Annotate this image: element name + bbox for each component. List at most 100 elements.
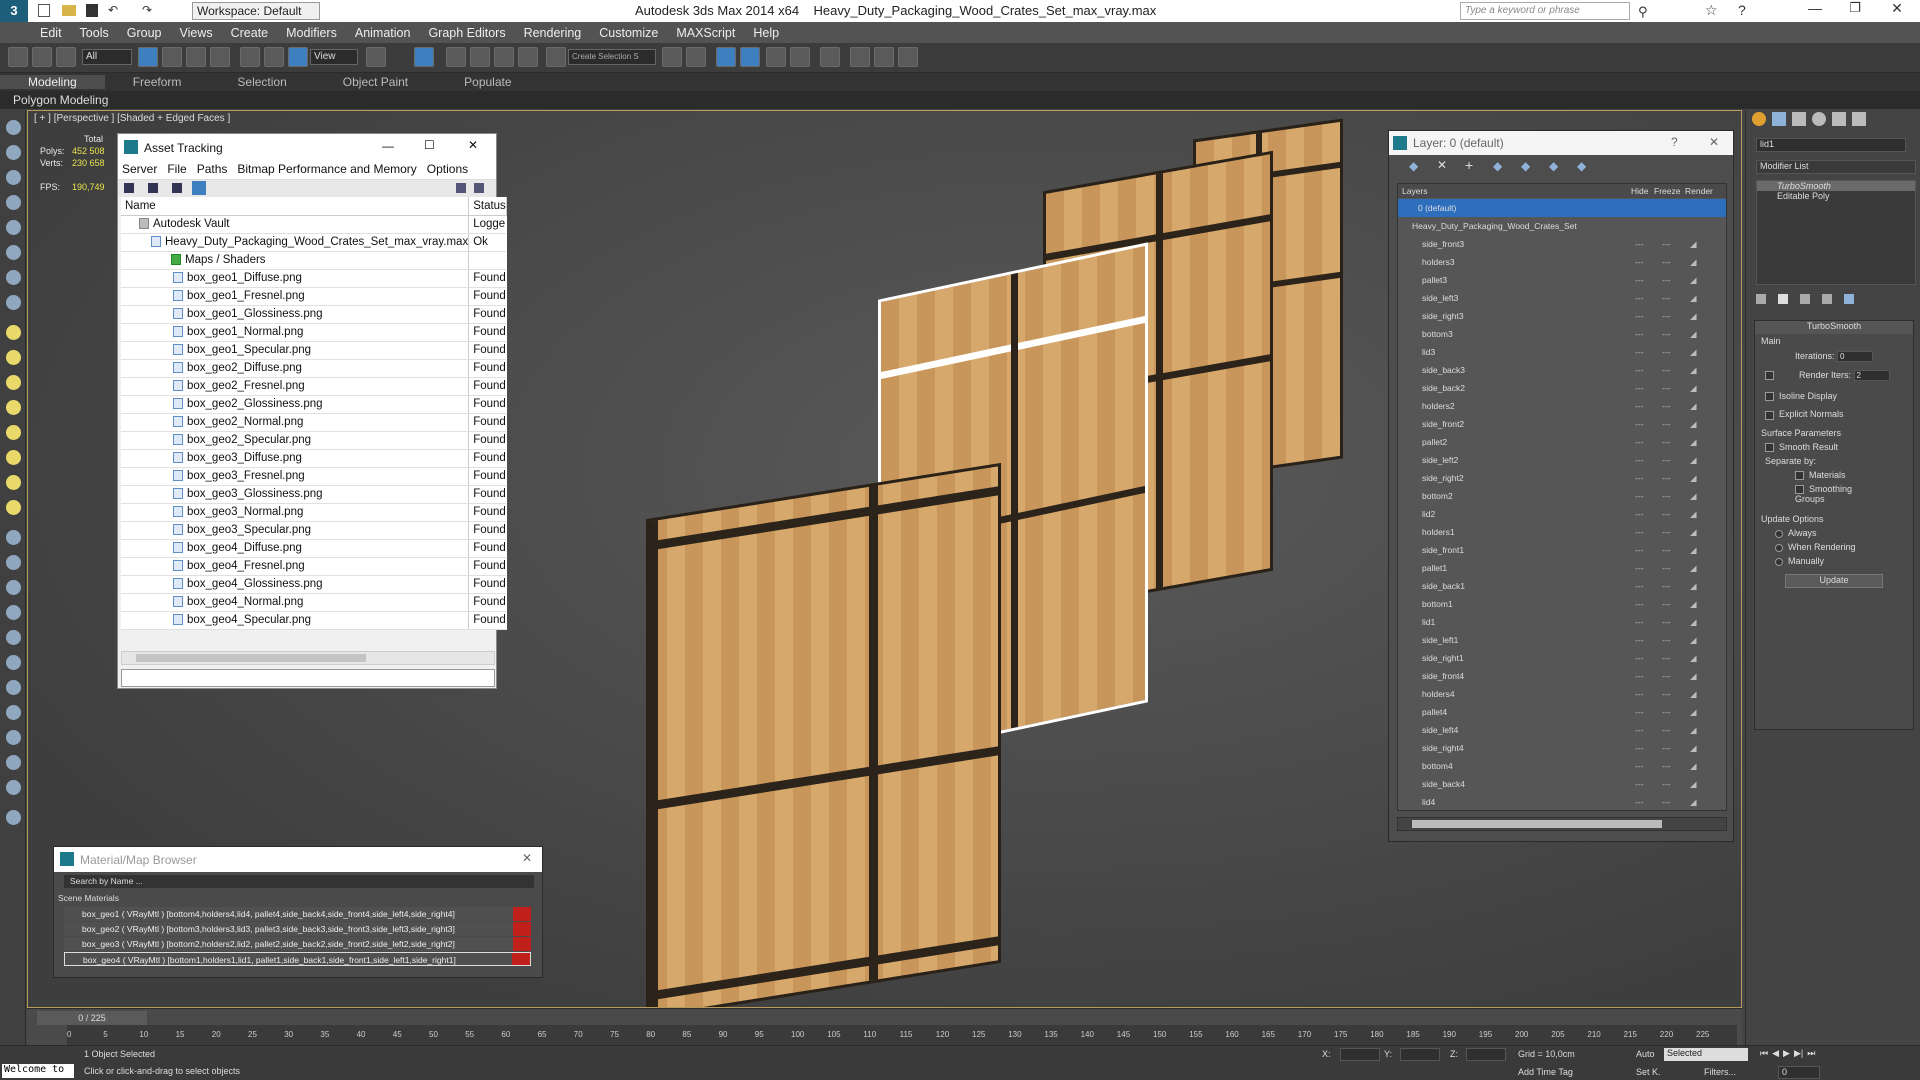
table-row[interactable]: box_geo1_Normal.png Found xyxy=(121,323,507,342)
curve-editor-icon[interactable] xyxy=(766,47,786,67)
configure-sets-icon[interactable] xyxy=(1844,294,1854,304)
minimize-button[interactable]: — xyxy=(382,139,394,153)
layer-row[interactable]: side_left3 --- --- ◢ xyxy=(1398,289,1726,307)
layer-row[interactable]: side_front3 --- --- ◢ xyxy=(1398,235,1726,253)
go-to-end-icon[interactable]: ⏭ xyxy=(1807,1048,1815,1062)
layer-row[interactable]: side_front4 --- --- ◢ xyxy=(1398,667,1726,685)
current-frame-field[interactable]: 0 xyxy=(1778,1066,1820,1079)
layer-row[interactable]: side_back3 --- --- ◢ xyxy=(1398,361,1726,379)
show-end-result-icon[interactable] xyxy=(1778,294,1788,304)
layer-row[interactable]: side_right2 --- --- ◢ xyxy=(1398,469,1726,487)
select-object-icon[interactable] xyxy=(138,47,158,67)
rendered-frame-icon[interactable] xyxy=(874,47,894,67)
settings-icon[interactable] xyxy=(474,183,484,193)
binoculars-icon[interactable]: ⚲ xyxy=(1638,4,1648,20)
auto-key-button[interactable]: Auto xyxy=(1636,1049,1655,1059)
align-icon[interactable] xyxy=(686,47,706,67)
menu-options[interactable]: Options xyxy=(427,162,468,179)
layer-row-group[interactable]: Heavy_Duty_Packaging_Wood_Crates_Set xyxy=(1398,217,1726,235)
layer-row[interactable]: side_right3 --- --- ◢ xyxy=(1398,307,1726,325)
add-to-layer-icon[interactable]: + xyxy=(1465,157,1473,173)
layer-row[interactable]: pallet4 --- --- ◢ xyxy=(1398,703,1726,721)
hierarchy-tab-icon[interactable] xyxy=(1792,112,1806,126)
menu-bitmap-performance[interactable]: Bitmap Performance and Memory xyxy=(237,162,416,179)
spacewarps-icon[interactable] xyxy=(6,270,21,285)
list-icon[interactable] xyxy=(148,183,158,193)
layer-row[interactable]: side_back2 --- --- ◢ xyxy=(1398,379,1726,397)
help-icon[interactable]: ? xyxy=(1671,135,1678,149)
layer-titlebar[interactable]: Layer: 0 (default) ? ✕ xyxy=(1389,131,1733,155)
menu-graph-editors[interactable]: Graph Editors xyxy=(428,26,505,40)
menu-views[interactable]: Views xyxy=(179,26,212,40)
helpers-icon[interactable] xyxy=(6,245,21,260)
material-icon[interactable] xyxy=(6,730,21,745)
region-select-icon[interactable] xyxy=(186,47,206,67)
material-row[interactable]: box_geo1 ( VRayMtl ) [bottom4,holders4,l… xyxy=(64,907,531,921)
layer-row[interactable]: side_front1 --- --- ◢ xyxy=(1398,541,1726,559)
search-input[interactable]: Type a keyword or phrase xyxy=(1460,2,1630,20)
create-tab-icon[interactable] xyxy=(1752,112,1766,126)
always-radio[interactable]: Always xyxy=(1755,524,1913,538)
modifier-list-dropdown[interactable]: Modifier List xyxy=(1756,160,1916,174)
motion-tab-icon[interactable] xyxy=(1812,112,1826,126)
table-view-icon[interactable] xyxy=(192,181,206,195)
layer-row[interactable]: side_left1 --- --- ◢ xyxy=(1398,631,1726,649)
menu-customize[interactable]: Customize xyxy=(599,26,658,40)
workspace-dropdown[interactable]: Workspace: Default xyxy=(192,2,320,20)
menu-group[interactable]: Group xyxy=(127,26,162,40)
set-key-button[interactable]: Set K. xyxy=(1636,1067,1661,1077)
layer-manager-icon[interactable] xyxy=(716,47,736,67)
crate-front[interactable] xyxy=(646,462,1001,1007)
star-icon[interactable]: ☆ xyxy=(1705,2,1718,19)
select-by-name-icon[interactable] xyxy=(162,47,182,67)
teapot-icon[interactable] xyxy=(6,425,21,440)
mirror-icon[interactable] xyxy=(662,47,682,67)
time-slider[interactable]: 0 / 225 xyxy=(37,1011,147,1025)
camera-icon[interactable] xyxy=(6,680,21,695)
menu-file[interactable]: File xyxy=(167,162,186,179)
menu-maxscript[interactable]: MAXScript xyxy=(676,26,735,40)
tab-freeform[interactable]: Freeform xyxy=(105,75,210,89)
brush-icon[interactable] xyxy=(6,555,21,570)
layer-row[interactable]: side_right4 --- --- ◢ xyxy=(1398,739,1726,757)
move-icon[interactable] xyxy=(240,47,260,67)
menu-animation[interactable]: Animation xyxy=(355,26,411,40)
table-row[interactable]: box_geo3_Normal.png Found xyxy=(121,503,507,522)
stack-item-turbosmooth[interactable]: TurboSmooth xyxy=(1757,181,1915,191)
y-coordinate-field[interactable] xyxy=(1400,1048,1440,1061)
table-row[interactable]: box_geo1_Diffuse.png Found xyxy=(121,269,507,288)
layer-row[interactable]: side_right1 --- --- ◢ xyxy=(1398,649,1726,667)
cameras-icon[interactable] xyxy=(6,220,21,235)
table-row[interactable]: box_geo4_Normal.png Found xyxy=(121,593,507,612)
help-icon[interactable]: ? xyxy=(1738,2,1746,18)
save-icon[interactable] xyxy=(86,4,98,17)
layer-row[interactable]: holders1 --- --- ◢ xyxy=(1398,523,1726,541)
remove-modifier-icon[interactable] xyxy=(1822,294,1832,304)
layer-row[interactable]: side_back4 --- --- ◢ xyxy=(1398,775,1726,793)
menu-help[interactable]: Help xyxy=(753,26,779,40)
layer-row[interactable]: bottom4 --- --- ◢ xyxy=(1398,757,1726,775)
cylinder-icon[interactable] xyxy=(6,375,21,390)
render-iters-spinner[interactable]: 2 xyxy=(1853,370,1890,382)
rollout-title[interactable]: TurboSmooth xyxy=(1755,321,1913,334)
systems-icon[interactable] xyxy=(6,295,21,310)
snap-icon[interactable] xyxy=(446,47,466,67)
utilities-tab-icon[interactable] xyxy=(1852,112,1866,126)
create-icon[interactable] xyxy=(6,120,21,135)
close-button[interactable]: ✕ xyxy=(1709,135,1719,149)
material-row[interactable]: box_geo3 ( VRayMtl ) [bottom2,holders2,l… xyxy=(64,937,531,951)
ribbon-panel-label[interactable]: Polygon Modeling xyxy=(0,91,1920,109)
table-row[interactable]: box_geo2_Fresnel.png Found xyxy=(121,377,507,396)
smooth-result-checkbox[interactable]: Smooth Result xyxy=(1755,438,1913,452)
wrench-icon[interactable] xyxy=(6,655,21,670)
link-icon[interactable] xyxy=(8,47,28,67)
table-row[interactable]: Maps / Shaders xyxy=(121,251,507,270)
asset-tracking-titlebar[interactable]: Asset Tracking — ☐ ✕ xyxy=(118,134,496,162)
table-row[interactable]: box_geo3_Fresnel.png Found xyxy=(121,467,507,486)
question-icon[interactable] xyxy=(6,810,21,825)
rotate-icon[interactable] xyxy=(264,47,284,67)
add-time-tag[interactable]: Add Time Tag xyxy=(1518,1067,1573,1077)
layer-row-default[interactable]: 0 (default) xyxy=(1398,199,1726,217)
column-name-header[interactable]: Name xyxy=(121,197,470,216)
go-to-start-icon[interactable]: ⏮ xyxy=(1760,1048,1768,1062)
